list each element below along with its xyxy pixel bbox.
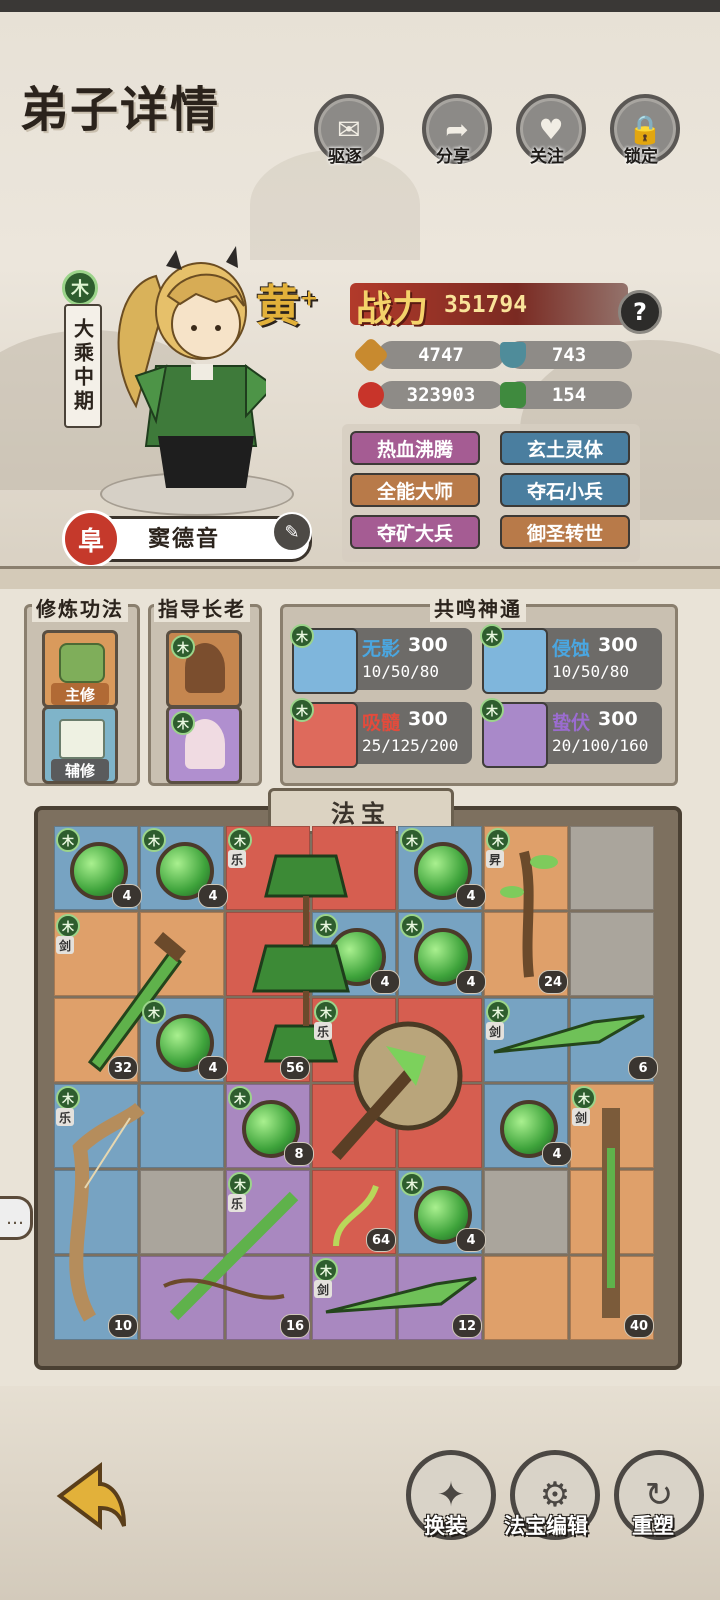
trait-tag[interactable]: 玄土灵体 — [500, 431, 630, 465]
item-count: 4 — [456, 884, 486, 908]
wood-element-badge: 木 — [314, 1258, 338, 1282]
item-count: 4 — [198, 1056, 228, 1080]
shield-axe-treasure-icon[interactable] — [316, 1006, 476, 1166]
ascend-tag: 昇 — [486, 850, 504, 868]
hp-stat: 323903 — [378, 381, 504, 409]
item-count: 6 — [628, 1056, 658, 1080]
wood-element-badge: 木 — [228, 1172, 252, 1196]
outfit-button[interactable]: ✦ 换装 — [406, 1450, 496, 1540]
wood-element-badge: 木 — [314, 914, 338, 938]
share-button[interactable]: ➦ 分享 — [422, 94, 492, 167]
tree-treasure-icon[interactable] — [494, 832, 564, 982]
back-arrow-icon[interactable] — [40, 1446, 130, 1536]
wood-element-badge: 木 — [314, 1000, 338, 1024]
resonance-skill[interactable]: 木 吸髓 300 25/125/200 — [290, 698, 472, 768]
wood-element-badge: 木 — [56, 1086, 80, 1110]
reshape-button[interactable]: ↻ 重塑 — [614, 1450, 704, 1540]
wood-element-badge: 木 — [142, 1000, 166, 1024]
sword-treasure-icon[interactable] — [60, 922, 210, 1072]
attack-stat: 4747 — [378, 341, 504, 369]
disciple-name: 窦德音 — [148, 527, 221, 552]
wood-element-badge: 木 — [400, 1172, 424, 1196]
item-count: 4 — [542, 1142, 572, 1166]
item-count: 8 — [284, 1142, 314, 1166]
follow-button[interactable]: ♥ 关注 — [516, 94, 586, 167]
help-button[interactable]: ? — [618, 290, 662, 334]
sword-tag: 剑 — [314, 1280, 332, 1298]
aux-technique-slot[interactable]: 辅修 — [42, 706, 118, 784]
resonance-skill[interactable]: 木 侵蚀 300 10/50/80 — [480, 624, 662, 694]
empty-slot[interactable] — [570, 826, 654, 910]
grid-cell[interactable] — [140, 1084, 224, 1168]
wood-element-badge: 木 — [142, 828, 166, 852]
power-label: 战力 — [356, 288, 429, 330]
grade-label: 黄+ — [256, 281, 319, 332]
power-value: 351794 — [444, 292, 528, 318]
sword-tag: 剑 — [486, 1022, 504, 1040]
page-title: 弟子详情 — [20, 82, 221, 138]
treasure-grid: 木 木 木 木 木 木 木 木 木 木 木 木 木 木 木 木 木 乐 昇 剑 … — [54, 826, 658, 1340]
item-count: 32 — [108, 1056, 138, 1080]
item-count: 4 — [198, 884, 228, 908]
resonance-skill[interactable]: 木 无影 300 10/50/80 — [290, 624, 472, 694]
music-tag: 乐 — [314, 1022, 332, 1040]
elder-slot[interactable]: 木 — [166, 630, 242, 708]
treasure-edit-button[interactable]: ⚙ 法宝编辑 — [504, 1450, 600, 1540]
empty-slot[interactable] — [570, 912, 654, 996]
wood-element-badge: 木 — [572, 1086, 596, 1110]
trait-tag[interactable]: 热血沸腾 — [350, 431, 480, 465]
wood-element-badge: 木 — [486, 1000, 510, 1024]
section-divider — [0, 566, 720, 589]
sword-tag: 剑 — [56, 936, 74, 954]
wood-element-badge: 木 — [56, 914, 80, 938]
item-count: 4 — [370, 970, 400, 994]
chat-bubble-icon[interactable]: … — [0, 1196, 33, 1240]
item-count: 4 — [456, 1228, 486, 1252]
wood-element-badge: 木 — [400, 914, 424, 938]
music-tag: 乐 — [228, 1194, 246, 1212]
music-tag: 乐 — [228, 850, 246, 868]
expel-button[interactable]: ✉ 驱逐 — [314, 94, 384, 167]
wood-element-badge: 木 — [400, 828, 424, 852]
shield-icon — [500, 342, 526, 368]
elders-title: 指导长老 — [154, 593, 250, 622]
trait-tag[interactable]: 全能大师 — [350, 473, 480, 507]
lock-button[interactable]: 🔒 锁定 — [610, 94, 680, 167]
trait-tag[interactable]: 夺石小兵 — [500, 473, 630, 507]
resonance-skill[interactable]: 木 蛰伏 300 20/100/160 — [480, 698, 662, 768]
main-technique-slot[interactable]: 主修 — [42, 630, 118, 708]
item-count: 10 — [108, 1314, 138, 1338]
sword-tag: 剑 — [572, 1108, 590, 1126]
item-count: 40 — [624, 1314, 654, 1338]
empty-slot[interactable] — [484, 1170, 568, 1254]
leaf-book-icon — [59, 719, 105, 759]
item-count: 4 — [456, 970, 486, 994]
item-count: 24 — [538, 970, 568, 994]
status-badge: 阜 — [62, 510, 120, 568]
status-bar — [0, 0, 720, 12]
item-count: 16 — [280, 1314, 310, 1338]
trait-tag[interactable]: 御圣转世 — [500, 515, 630, 549]
trait-tag[interactable]: 夺矿大兵 — [350, 515, 480, 549]
wood-element-badge: 木 — [56, 828, 80, 852]
cultivation-title: 修炼功法 — [32, 593, 128, 622]
wood-element-badge: 木 — [228, 828, 252, 852]
rename-brush-icon[interactable]: ✎ — [272, 512, 312, 552]
element-badge: 木 — [62, 270, 98, 306]
book-icon — [59, 643, 105, 683]
character-portrait[interactable] — [96, 236, 266, 496]
item-count: 56 — [280, 1056, 310, 1080]
music-tag: 乐 — [56, 1108, 74, 1126]
heart-icon — [358, 382, 384, 408]
item-count: 12 — [452, 1314, 482, 1338]
wood-element-badge: 木 — [228, 1086, 252, 1110]
resonance-title: 共鸣神通 — [430, 593, 526, 622]
item-count: 64 — [366, 1228, 396, 1252]
elder-slot[interactable]: 木 — [166, 706, 242, 784]
wood-element-badge: 木 — [486, 828, 510, 852]
item-count: 4 — [112, 884, 142, 908]
boot-icon — [500, 382, 526, 408]
grid-cell[interactable] — [484, 1256, 568, 1340]
